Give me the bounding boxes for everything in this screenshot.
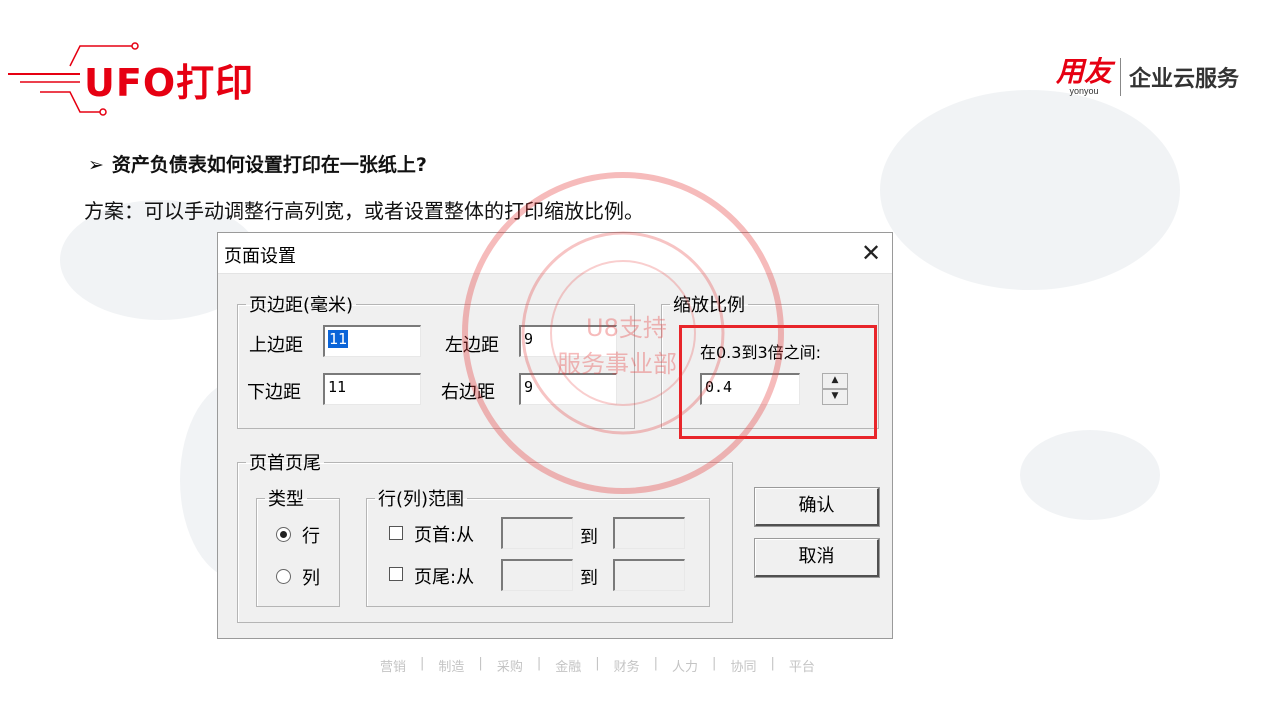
type-legend: 类型 <box>268 489 304 510</box>
map-decoration <box>880 90 1180 290</box>
footer-from-input[interactable] <box>501 559 573 591</box>
footer-checkbox[interactable] <box>389 567 403 581</box>
type-row-radio[interactable] <box>276 527 291 542</box>
type-group: 类型 <box>256 485 340 607</box>
header-checkbox[interactable] <box>389 526 403 540</box>
footer-item: 人力 <box>672 660 699 675</box>
bullet-icon: ➢ <box>88 154 104 176</box>
question-text: 资产负债表如何设置打印在一张纸上? <box>111 154 427 176</box>
header-to-input[interactable] <box>613 517 685 549</box>
footer-item: 财务 <box>613 660 640 675</box>
range-legend: 行(列)范围 <box>378 489 465 510</box>
brand-logo-sub: yonyou <box>1069 86 1099 96</box>
brand-logo-main: 用友 <box>1055 55 1112 88</box>
brand-divider <box>1119 58 1121 96</box>
stamp-line2: 服务事业部 <box>557 350 677 378</box>
left-margin-label: 左边距 <box>445 335 499 356</box>
brand-logo: 用友 yonyou 企业云服务 <box>1056 58 1239 96</box>
footer-to-input[interactable] <box>613 559 685 591</box>
margins-legend: 页边距(毫米) <box>249 295 354 316</box>
slide-title: UFO打印 <box>84 61 255 105</box>
footer-item: 营销 <box>380 660 407 675</box>
type-col-label: 列 <box>302 568 320 589</box>
answer-text: 方案：可以手动调整行高列宽，或者设置整体的打印缩放比例。 <box>84 199 644 223</box>
ok-button[interactable]: 确认 <box>754 487 880 527</box>
dialog-titlebar: 页面设置 ✕ <box>218 233 892 274</box>
footer-nav: 营销 | 制造 | 采购 | 金融 | 财务 | 人力 | 协同 | 平台 <box>366 656 829 675</box>
top-margin-input[interactable]: 11 <box>323 325 421 357</box>
top-margin-label: 上边距 <box>249 335 303 356</box>
footer-item: 协同 <box>730 660 757 675</box>
dialog-title: 页面设置 <box>224 246 296 267</box>
cancel-button[interactable]: 取消 <box>754 538 880 578</box>
close-icon[interactable]: ✕ <box>856 239 886 267</box>
right-margin-label: 右边距 <box>441 382 495 403</box>
footer-from-label: 页尾:从 <box>414 567 475 588</box>
question: ➢ 资产负债表如何设置打印在一张纸上? <box>88 150 427 177</box>
header-from-label: 页首:从 <box>414 525 475 546</box>
bottom-margin-input[interactable]: 11 <box>323 373 421 405</box>
page-setup-dialog: 页面设置 ✕ 页边距(毫米) 上边距 11 左边距 9 下边距 11 右边距 9… <box>217 232 893 639</box>
footer-item: 采购 <box>496 660 523 675</box>
type-row-label: 行 <box>302 526 320 547</box>
footer-item: 制造 <box>438 660 465 675</box>
yonyou-logo: 用友 yonyou <box>1056 58 1112 96</box>
footer-item: 金融 <box>555 660 582 675</box>
header-from-input[interactable] <box>501 517 573 549</box>
bottom-margin-label: 下边距 <box>247 382 301 403</box>
type-col-radio[interactable] <box>276 569 291 584</box>
footer-to-label: 到 <box>580 568 598 589</box>
header-footer-legend: 页首页尾 <box>249 453 321 474</box>
map-decoration <box>1020 430 1160 520</box>
brand-tagline: 企业云服务 <box>1128 67 1239 92</box>
stamp-line1: U8支持 <box>586 314 667 342</box>
footer-item: 平台 <box>788 660 815 675</box>
scale-legend: 缩放比例 <box>673 295 745 316</box>
scale-highlight-box <box>679 325 877 439</box>
header-to-label: 到 <box>580 527 598 548</box>
top-margin-value: 11 <box>328 330 349 348</box>
